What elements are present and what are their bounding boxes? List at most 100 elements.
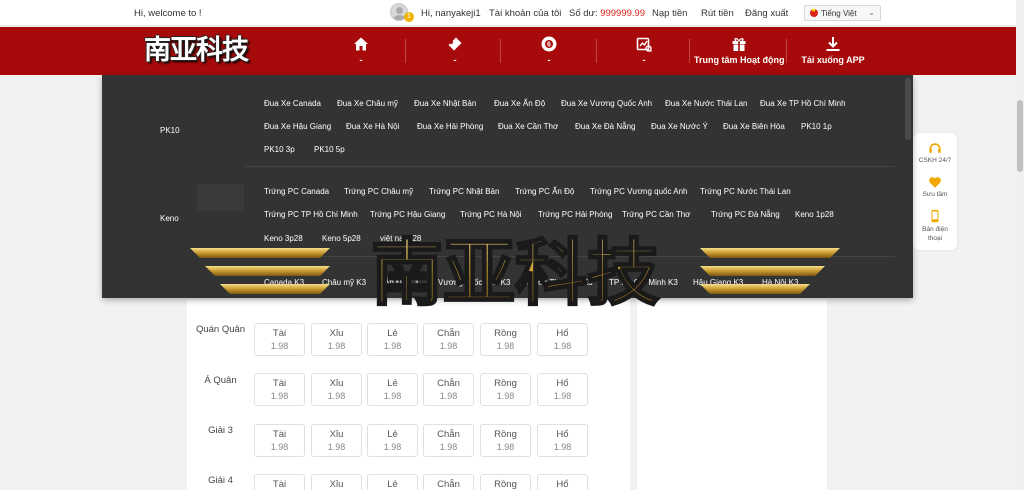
bet-option[interactable]: Xỉu [311, 474, 362, 490]
language-select[interactable]: Tiếng Việt ⌄ [804, 5, 881, 21]
bet-option[interactable]: Hổ 1.98 [537, 323, 588, 356]
nav-chart[interactable]: - [610, 27, 678, 75]
bet-option[interactable]: Xỉu 1.98 [311, 323, 362, 356]
bet-option-name: Xỉu [329, 429, 344, 440]
deposit-link[interactable]: Nạp tiền [652, 8, 687, 19]
balance-value: 999999.99 [600, 8, 646, 19]
bet-odds: 1.98 [383, 391, 402, 401]
game-link[interactable]: Trứng PC Đà Nẵng [711, 210, 780, 219]
game-link[interactable]: PK10 1p [801, 122, 832, 131]
game-link[interactable]: Trứng PC Hậu Giang [370, 210, 445, 219]
heart-icon [929, 177, 941, 188]
game-link[interactable]: Đua Xe Hà Nội [346, 122, 399, 131]
bet-option[interactable]: Rồng 1.98 [480, 424, 531, 457]
bet-option[interactable]: Chẵn 1.98 [423, 424, 474, 457]
game-link[interactable]: Trứng PC Cần Thơ [622, 210, 690, 219]
chevron-down-icon: ⌄ [868, 8, 875, 17]
bet-option[interactable]: Tài [254, 474, 305, 490]
game-link[interactable]: Đua Xe Cần Thơ [498, 122, 558, 131]
bet-option[interactable]: Hổ 1.98 [537, 424, 588, 457]
tool-label: CSKH 24/7 [918, 157, 952, 164]
bet-option-name: Tài [272, 429, 287, 440]
bet-odds: 1.98 [496, 341, 515, 351]
bet-option[interactable]: Hổ 1.98 [537, 373, 588, 406]
balance-display: Số dư: 999999.99 [569, 8, 645, 19]
bet-option[interactable]: Tài 1.98 [254, 323, 305, 356]
bet-odds: 1.98 [439, 442, 458, 452]
bet-option[interactable]: Lẻ 1.98 [367, 424, 418, 457]
nav-lottery[interactable]: 6 - [515, 27, 583, 75]
bet-option[interactable]: Chẵn 1.98 [423, 323, 474, 356]
nav-home[interactable]: - [327, 27, 395, 75]
nav-divider [405, 39, 406, 63]
game-link[interactable]: Đua Xe Nhật Bản [414, 99, 476, 108]
ticket-icon [448, 37, 462, 51]
game-link[interactable]: Trứng PC Châu mỹ [344, 187, 413, 196]
favorite-button[interactable]: Sưu tầm [913, 175, 957, 198]
tool-label: Sưu tầm [922, 191, 948, 198]
game-link[interactable]: Đua Xe Vương Quốc Anh [561, 99, 652, 108]
balance-label: Số dư: [569, 8, 598, 19]
bet-option[interactable]: Xỉu 1.98 [311, 373, 362, 406]
bet-option[interactable]: Rồng [480, 474, 531, 490]
game-link[interactable]: Đua Xe Ấn Độ [494, 99, 545, 108]
game-link[interactable]: PK10 5p [314, 145, 345, 154]
game-link[interactable]: Trứng PC Canada [264, 187, 329, 196]
bet-option[interactable]: Chẵn [423, 474, 474, 490]
page-scrollbar-track[interactable] [1016, 0, 1024, 490]
game-link[interactable]: Trứng PC Hải Phòng [538, 210, 612, 219]
nav-activity-center[interactable]: Trung tâm Hoạt động [694, 27, 785, 75]
bet-option-name: Hổ [556, 479, 569, 490]
nav-ticket[interactable]: - [421, 27, 489, 75]
brand-watermark-logo: 南亚科技 [190, 229, 840, 314]
bet-odds: 1.98 [270, 442, 289, 452]
game-link[interactable]: Đua Xe Hải Phòng [417, 122, 483, 131]
nav-download-app[interactable]: Tải xuống APP [795, 27, 871, 75]
bet-option[interactable]: Chẵn 1.98 [423, 373, 474, 406]
mobile-version-button[interactable]: Bản điện thoại [913, 209, 957, 243]
page-scrollbar-thumb[interactable] [1017, 100, 1023, 172]
bet-option[interactable]: Xỉu 1.98 [311, 424, 362, 457]
bet-option[interactable]: Rồng 1.98 [480, 323, 531, 356]
bet-option[interactable]: Tài 1.98 [254, 424, 305, 457]
dropdown-scrollbar-thumb[interactable] [905, 78, 911, 140]
bet-option[interactable]: Hổ [537, 474, 588, 490]
game-link[interactable]: Trứng PC Hà Nội [460, 210, 522, 219]
bet-option[interactable]: Lẻ 1.98 [367, 323, 418, 356]
bet-odds: 1.98 [270, 341, 289, 351]
phone-icon [931, 209, 939, 223]
bet-option[interactable]: Lẻ [367, 474, 418, 490]
game-link[interactable]: Trứng PC Ấn Độ [515, 187, 574, 196]
game-link[interactable]: Đua Xe Biên Hòa [723, 122, 785, 131]
game-link[interactable]: Đua Xe Canada [264, 99, 321, 108]
tool-label: Bản điện thoại [922, 226, 948, 242]
bet-option[interactable]: Rồng 1.98 [480, 373, 531, 406]
chart-icon [636, 37, 652, 52]
game-link[interactable]: Trứng PC Vương quốc Anh [590, 187, 688, 196]
bet-option-name: Lẻ [387, 378, 398, 389]
game-link[interactable]: Trứng PC Nhật Bản [429, 187, 499, 196]
game-link[interactable]: Trứng PC Nước Thái Lan [700, 187, 791, 196]
bet-option-name: Tài [272, 479, 287, 490]
game-link[interactable]: Đua Xe TP Hồ Chí Minh [760, 99, 846, 108]
logout-link[interactable]: Đăng xuất [745, 8, 788, 19]
withdraw-link[interactable]: Rút tiền [701, 8, 734, 19]
bet-option[interactable]: Tài 1.98 [254, 373, 305, 406]
game-link[interactable]: Đua Xe Đà Nẵng [575, 122, 635, 131]
bet-option[interactable]: Lẻ 1.98 [367, 373, 418, 406]
my-account-link[interactable]: Tài khoản của tôi [489, 8, 561, 19]
nav-label: - [642, 55, 646, 65]
game-link[interactable]: Đua Xe Hậu Giang [264, 122, 331, 131]
game-link[interactable]: Keno 1p28 [795, 210, 834, 219]
game-link[interactable]: Trứng PC TP Hồ Chí Minh [264, 210, 358, 219]
game-link[interactable]: Đua Xe Nước Thái Lan [665, 99, 748, 108]
category-placeholder [197, 184, 244, 211]
username-link[interactable]: Hi, nanyakeji1 [421, 8, 481, 19]
site-logo[interactable]: 南亚科技 [144, 34, 250, 68]
game-link[interactable]: Đua Xe Nước Ý [651, 122, 708, 131]
game-link[interactable]: Đua Xe Châu mỹ [337, 99, 398, 108]
headset-icon [929, 143, 941, 153]
customer-service-button[interactable]: CSKH 24/7 [913, 141, 957, 164]
bet-option-name: Xỉu [329, 479, 344, 490]
game-link[interactable]: PK10 3p [264, 145, 295, 154]
